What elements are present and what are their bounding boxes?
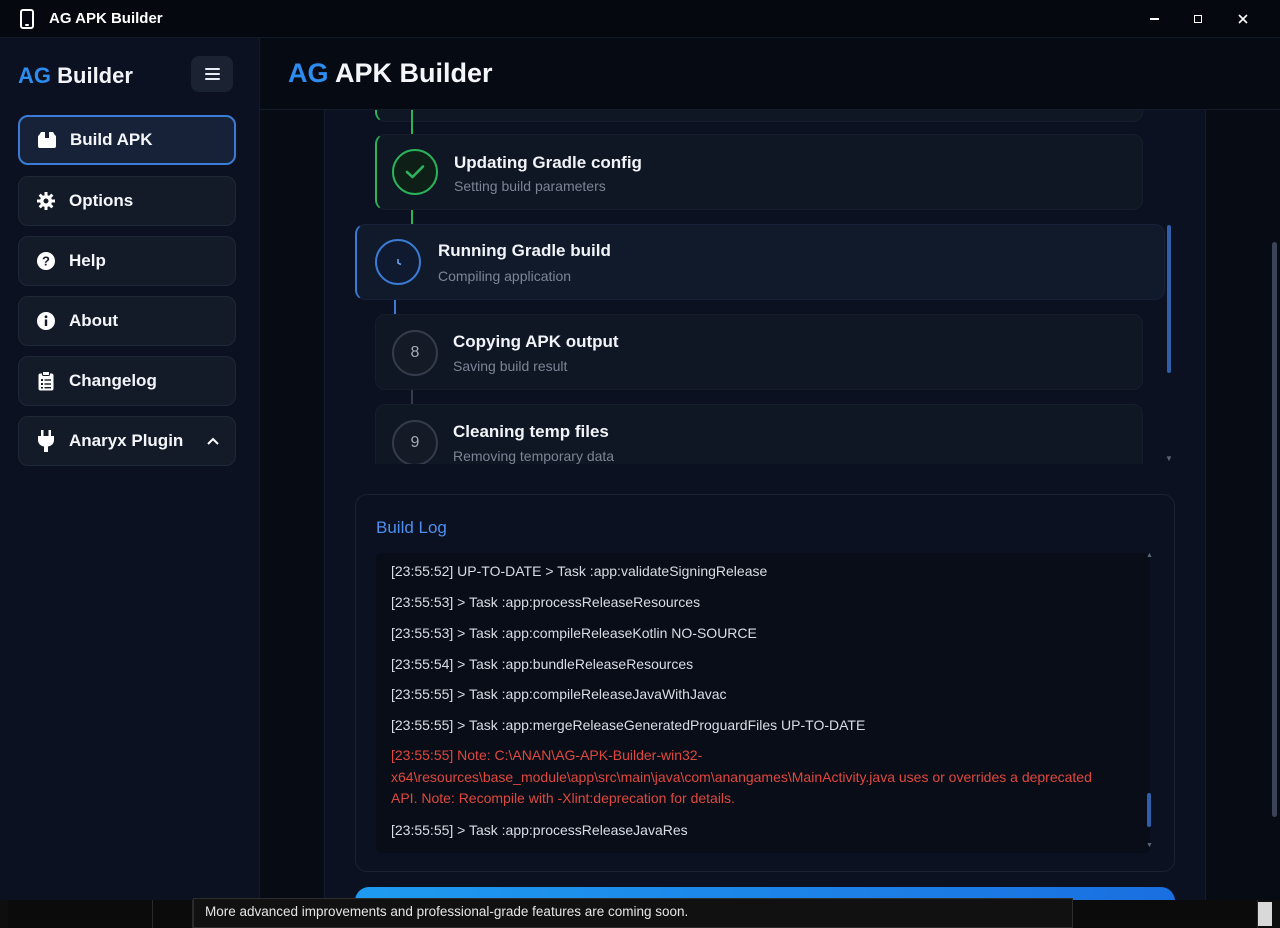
gear-icon [35, 190, 57, 212]
tooltip: More advanced improvements and professio… [193, 898, 1073, 928]
build-log-panel: Build Log [23:55:52] UP-TO-DATE > Task :… [355, 494, 1175, 872]
minimize-button[interactable] [1131, 0, 1177, 38]
window-title: AG APK Builder [49, 10, 163, 27]
step-title: Running Gradle build [438, 241, 611, 260]
step-subtitle: Setting build parameters [454, 178, 606, 194]
log-scrollbar[interactable] [1147, 793, 1151, 827]
clipboard-list-icon [35, 370, 57, 392]
steps-scrollbar[interactable] [1167, 225, 1171, 373]
sidebar-item-label: Options [69, 191, 134, 210]
step-title: Copying APK output [453, 332, 619, 351]
chevron-up-icon[interactable] [207, 432, 219, 450]
log-line: [23:55:52] UP-TO-DATE > Task :app:valida… [391, 563, 768, 579]
scroll-down-arrow-icon[interactable]: ▼ [1165, 454, 1173, 463]
step-subtitle: Removing temporary data [453, 448, 615, 464]
step-status-done [392, 149, 438, 195]
sidebar-item-label: Help [69, 251, 106, 270]
sidebar-item-changelog[interactable]: Changelog [18, 356, 236, 406]
step-card-running-gradle: Running Gradle build Compiling applicati… [355, 224, 1165, 300]
scroll-down-arrow-icon[interactable]: ▼ [1146, 842, 1153, 849]
log-line: [23:55:53] > Task :app:compileReleaseKot… [391, 625, 757, 641]
step-number: 9 [392, 420, 438, 464]
page-title-ag: AG [288, 58, 329, 88]
sidebar: AG Builder [0, 38, 260, 900]
log-line: [23:55:55] > Task :app:mergeReleaseGener… [391, 717, 866, 733]
svg-text:?: ? [42, 254, 50, 269]
sidebar-item-options[interactable]: Options [18, 176, 236, 226]
question-circle-icon: ? [35, 250, 57, 272]
sidebar-item-build-apk[interactable]: Build APK [18, 115, 236, 165]
step-title: Cleaning temp files [453, 422, 609, 441]
brand-rest: Builder [57, 63, 133, 88]
sidebar-item-label: Anaryx Plugin [69, 431, 184, 450]
log-line: [23:55:55] > Task :app:compileReleaseJav… [391, 686, 727, 702]
sidebar-brand: AG Builder [18, 63, 133, 89]
tooltip-text: More advanced improvements and professio… [205, 904, 689, 919]
build-log-output[interactable]: [23:55:52] UP-TO-DATE > Task :app:valida… [376, 553, 1150, 853]
log-line: [23:55:53] > Task :app:processReleaseRes… [391, 594, 701, 610]
step-title: Updating Gradle config [454, 153, 642, 172]
box-icon [36, 129, 58, 151]
log-line: [23:55:55] > Task :app:processReleaseJav… [391, 822, 688, 838]
close-button[interactable] [1220, 0, 1266, 38]
step-card-updating-gradle: Updating Gradle config Setting build par… [375, 134, 1143, 210]
phone-icon [20, 8, 34, 29]
step-subtitle: Saving build result [453, 358, 568, 374]
close-icon [1238, 14, 1248, 24]
info-circle-icon [35, 310, 57, 332]
maximize-icon [1194, 15, 1202, 23]
step-status-running [375, 239, 421, 285]
maximize-button[interactable] [1175, 0, 1221, 38]
log-line-error: [23:55:55] Note: C:\ANAN\AG-APK-Builder-… [391, 747, 1092, 806]
scroll-up-arrow-icon[interactable]: ▲ [1146, 552, 1153, 559]
sidebar-item-label: Build APK [70, 130, 153, 149]
sidebar-item-label: About [69, 311, 119, 330]
page-title-rest: APK Builder [335, 58, 493, 88]
sidebar-item-label: Changelog [69, 371, 157, 390]
sidebar-item-help[interactable]: ? Help [18, 236, 236, 286]
build-steps-list: Updating Gradle config Setting build par… [354, 110, 1176, 464]
log-line: [23:55:54] > Task :app:bundleReleaseReso… [391, 656, 694, 672]
sidebar-item-about[interactable]: About [18, 296, 236, 346]
clock-icon [397, 259, 402, 266]
checkmark-icon [405, 165, 425, 179]
corner-scrollbar[interactable] [1258, 902, 1272, 926]
brand-ag: AG [18, 63, 51, 88]
hamburger-icon [204, 68, 220, 70]
step-number: 8 [392, 330, 438, 376]
page-title: AG APK Builder [288, 58, 493, 89]
build-log-title: Build Log [376, 518, 447, 537]
page-header: AG APK Builder [260, 38, 1280, 110]
step-card-copying-apk: 8 Copying APK output Saving build result [375, 314, 1143, 390]
sidebar-item-anaryx-plugin[interactable]: Anaryx Plugin [18, 416, 236, 466]
menu-toggle-button[interactable] [191, 56, 233, 92]
step-card-previous [375, 110, 1143, 122]
step-card-cleaning-temp: 9 Cleaning temp files Removing temporary… [375, 404, 1143, 464]
page-scrollbar[interactable] [1272, 242, 1277, 817]
step-subtitle: Compiling application [438, 268, 572, 284]
plug-icon [35, 430, 57, 452]
title-bar: AG APK Builder [0, 0, 1280, 38]
minimize-icon [1149, 18, 1159, 20]
